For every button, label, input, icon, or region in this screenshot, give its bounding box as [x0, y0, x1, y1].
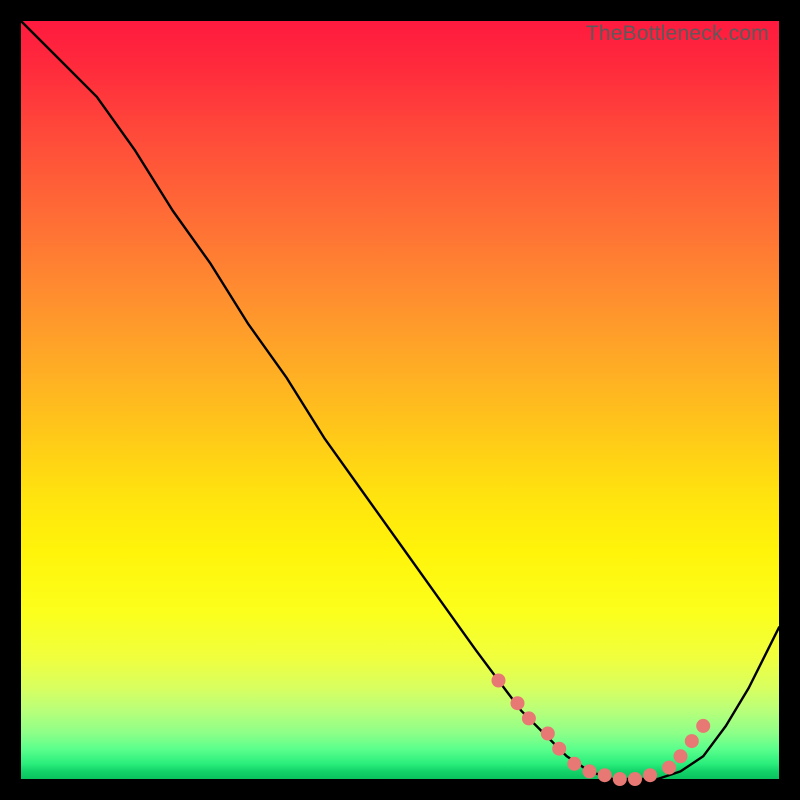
highlight-dot [674, 749, 688, 763]
curve-layer [21, 21, 779, 779]
plot-area: TheBottleneck.com [21, 21, 779, 779]
highlight-dots [492, 674, 711, 787]
highlight-dot [696, 719, 710, 733]
highlight-dot [522, 711, 536, 725]
highlight-dot [541, 727, 555, 741]
highlight-dot [567, 757, 581, 771]
highlight-dot [662, 761, 676, 775]
chart-frame: TheBottleneck.com [0, 0, 800, 800]
highlight-dot [492, 674, 506, 688]
highlight-dot [598, 768, 612, 782]
highlight-dot [583, 764, 597, 778]
highlight-dot [613, 772, 627, 786]
highlight-dot [685, 734, 699, 748]
highlight-dot [628, 772, 642, 786]
highlight-dot [511, 696, 525, 710]
bottleneck-curve [21, 21, 779, 779]
highlight-dot [643, 768, 657, 782]
highlight-dot [552, 742, 566, 756]
